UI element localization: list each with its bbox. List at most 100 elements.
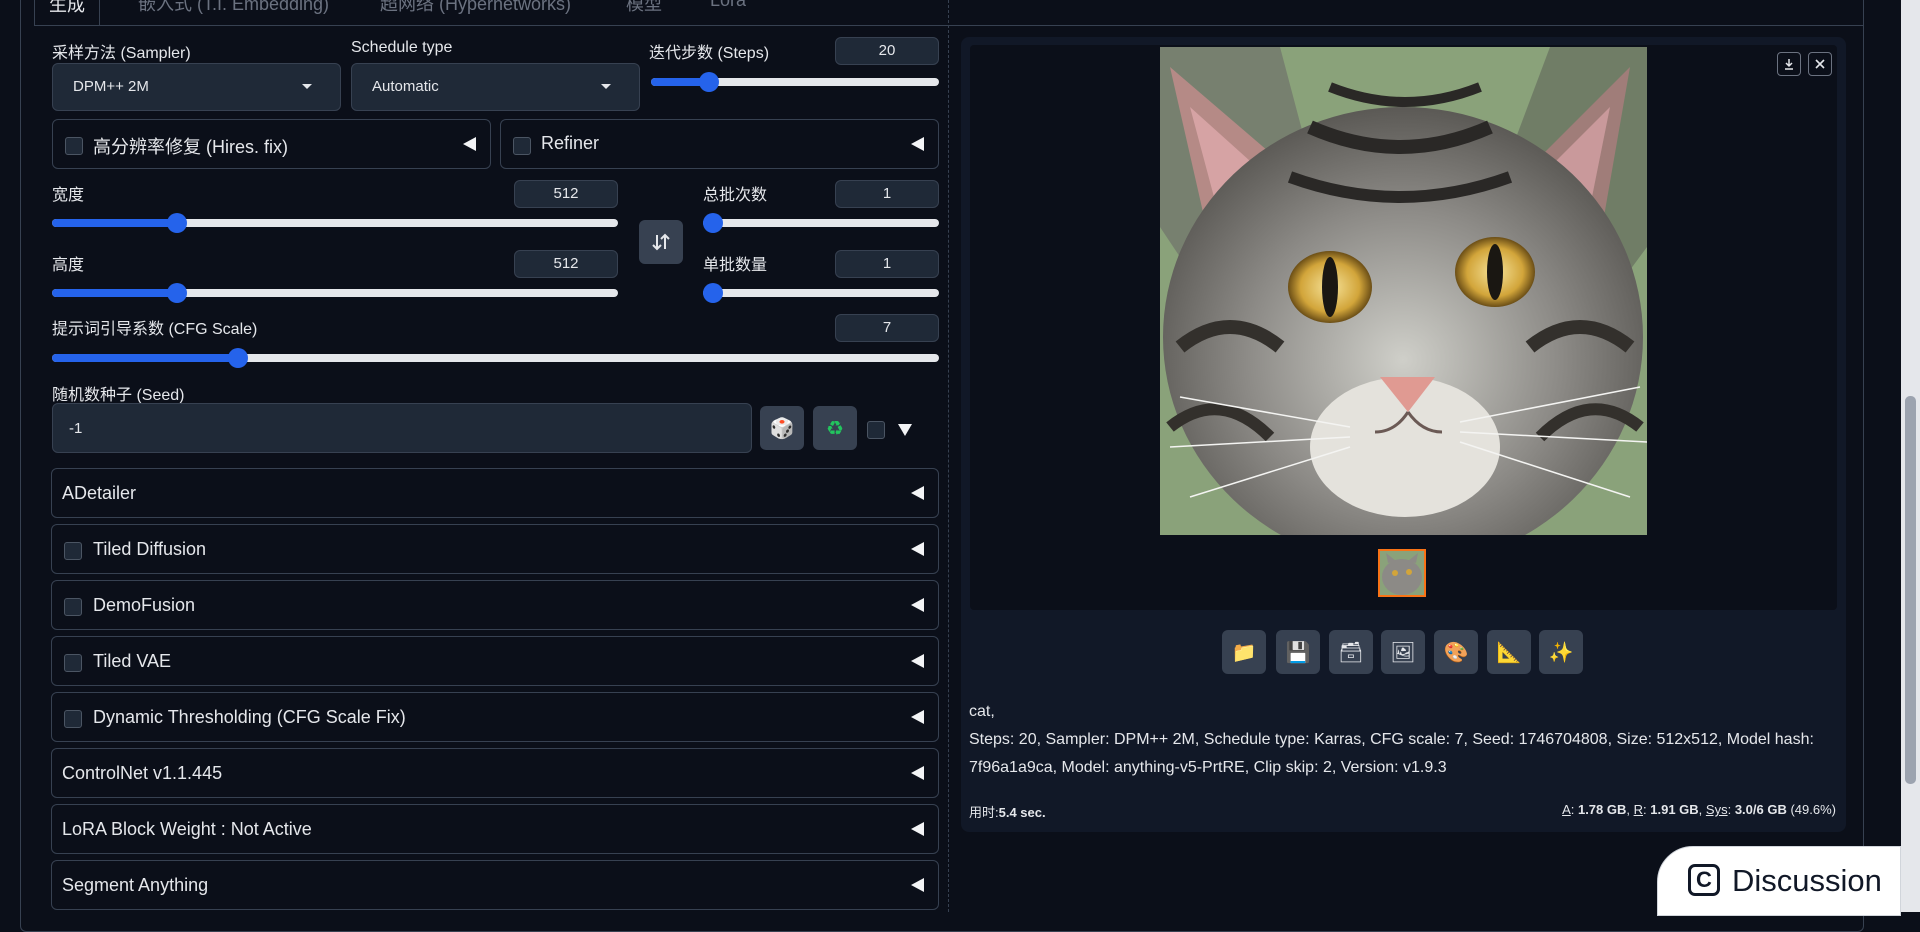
accordion-tiled-diffusion[interactable]: Tiled Diffusion: [51, 524, 939, 574]
column-divider: [948, 0, 949, 912]
tab-model[interactable]: 模型: [626, 0, 662, 16]
ruler-icon: 📐: [1496, 641, 1522, 664]
open-folder-button[interactable]: 📁: [1222, 630, 1266, 674]
thumbnail[interactable]: [1378, 549, 1426, 597]
cat-image: [1160, 47, 1648, 567]
cfg-scale-slider[interactable]: [52, 348, 939, 368]
collapse-arrow-icon: [463, 137, 476, 151]
collapse-arrow-icon: [911, 137, 924, 151]
scrollbar-track[interactable]: [1901, 0, 1920, 912]
dice-icon: 🎲: [769, 417, 795, 440]
generation-info: cat, Steps: 20, Sampler: DPM++ 2M, Sched…: [969, 698, 1839, 782]
accordion-checkbox[interactable]: [64, 598, 82, 616]
width-input[interactable]: 512: [514, 180, 618, 208]
accordion-checkbox[interactable]: [64, 710, 82, 728]
params-line-1: Steps: 20, Sampler: DPM++ 2M, Schedule t…: [969, 731, 1814, 748]
memory-stats: A: 1.78 GB, R: 1.91 GB, Sys: 3.0/6 GB (4…: [1562, 802, 1836, 817]
save-button[interactable]: 💾: [1276, 630, 1320, 674]
cat-thumbnail-image: [1380, 551, 1424, 595]
cfg-scale-label: 提示词引导系数 (CFG Scale): [52, 321, 258, 338]
width-slider[interactable]: [52, 213, 618, 233]
hires-fix-checkbox[interactable]: [65, 137, 83, 155]
accordion-label: DemoFusion: [93, 595, 196, 615]
sparkle-icon: ✨: [1548, 641, 1574, 664]
params-line-2: 7f96a1a9ca, Model: anything-v5-PrtRE, Cl…: [969, 759, 1447, 776]
sampler-select[interactable]: DPM++ 2M: [52, 63, 341, 111]
accordion-dynamic-thresholding-cfg-scale-fix[interactable]: Dynamic Thresholding (CFG Scale Fix): [51, 692, 939, 742]
schedule-type-select[interactable]: Automatic: [351, 63, 640, 111]
accordion-segment-anything[interactable]: Segment Anything: [51, 860, 939, 910]
accordion-adetailer[interactable]: ADetailer: [51, 468, 939, 518]
chevron-down-icon: [601, 84, 611, 89]
tab-hypernetworks[interactable]: 超网络 (Hypernetworks): [380, 0, 571, 16]
accordion-label: Segment Anything: [62, 875, 209, 895]
collapse-arrow-icon: [911, 654, 924, 668]
folder-icon: 📁: [1231, 641, 1257, 664]
zip-icon: 🗃: [1338, 641, 1364, 664]
accordion-label: ControlNet v1.1.445: [62, 763, 223, 783]
close-button[interactable]: [1808, 52, 1832, 76]
accordion-label: Dynamic Thresholding (CFG Scale Fix): [93, 707, 406, 727]
expand-arrow-icon[interactable]: [898, 424, 912, 436]
accordion-label: ADetailer: [62, 483, 137, 503]
collapse-arrow-icon: [911, 542, 924, 556]
discussion-label: Discussion: [1732, 863, 1882, 898]
accordion-label: LoRA Block Weight : Not Active: [62, 819, 312, 839]
prompt-text: cat,: [969, 703, 995, 720]
refiner-checkbox[interactable]: [513, 137, 531, 155]
zip-button[interactable]: 🗃: [1329, 630, 1373, 674]
collapse-arrow-icon: [911, 878, 924, 892]
tab-generate[interactable]: 生成: [34, 0, 100, 25]
steps-label: 迭代步数 (Steps): [649, 45, 770, 62]
swap-dimensions-button[interactable]: [639, 220, 683, 264]
accordion-lora-block-weight-not-active[interactable]: LoRA Block Weight : Not Active: [51, 804, 939, 854]
download-button[interactable]: [1777, 52, 1801, 76]
send-to-extras-button[interactable]: 📐: [1487, 630, 1531, 674]
steps-slider[interactable]: [651, 72, 939, 92]
save-icon: 💾: [1285, 641, 1311, 664]
accordion-tiled-vae[interactable]: Tiled VAE: [51, 636, 939, 686]
batch-size-slider[interactable]: [703, 283, 939, 303]
close-icon: [1815, 59, 1825, 69]
batch-size-input[interactable]: 1: [835, 250, 939, 278]
hires-fix-label: 高分辨率修复 (Hires. fix): [93, 137, 288, 157]
chevron-down-icon: [302, 84, 312, 89]
reuse-seed-button[interactable]: ♻: [813, 406, 857, 450]
schedule-type-label: Schedule type: [351, 39, 453, 56]
height-slider[interactable]: [52, 283, 618, 303]
batch-size-label: 单批数量: [703, 257, 768, 274]
scrollbar-thumb[interactable]: [1905, 396, 1916, 784]
hires-fix-accordion[interactable]: 高分辨率修复 (Hires. fix): [52, 119, 491, 169]
accordion-label: Tiled Diffusion: [93, 539, 207, 559]
generated-image[interactable]: [1160, 47, 1648, 567]
accordion-demofusion[interactable]: DemoFusion: [51, 580, 939, 630]
batch-count-slider[interactable]: [703, 213, 939, 233]
tab-embedding[interactable]: 嵌入式 (T.I. Embedding): [138, 0, 329, 16]
discussion-button[interactable]: C Discussion: [1657, 846, 1901, 916]
accordion-checkbox[interactable]: [64, 654, 82, 672]
random-seed-button[interactable]: 🎲: [760, 406, 804, 450]
batch-count-input[interactable]: 1: [835, 180, 939, 208]
collapse-arrow-icon: [911, 766, 924, 780]
seed-input[interactable]: -1: [52, 403, 752, 453]
cfg-scale-input[interactable]: 7: [835, 314, 939, 342]
recycle-icon: ♻: [826, 417, 844, 440]
batch-count-label: 总批次数: [703, 187, 768, 204]
accordion-label: Tiled VAE: [93, 651, 172, 671]
refiner-accordion[interactable]: Refiner: [500, 119, 939, 169]
upscale-button[interactable]: ✨: [1539, 630, 1583, 674]
refiner-label: Refiner: [541, 133, 600, 153]
extra-seed-checkbox[interactable]: [867, 421, 885, 439]
send-to-inpaint-button[interactable]: 🎨: [1434, 630, 1478, 674]
tab-lora[interactable]: Lora: [710, 0, 746, 11]
time-taken: 用时:5.4 sec.: [969, 805, 1046, 820]
download-icon: [1785, 59, 1793, 70]
accordion-checkbox[interactable]: [64, 542, 82, 560]
seed-label: 随机数种子 (Seed): [52, 387, 185, 404]
send-to-img2img-button[interactable]: 🖼: [1381, 630, 1425, 674]
accordion-controlnet-v1-1-445[interactable]: ControlNet v1.1.445: [51, 748, 939, 798]
swap-icon: [652, 233, 670, 251]
steps-input[interactable]: 20: [835, 37, 939, 65]
sampler-label: 采样方法 (Sampler): [52, 45, 191, 62]
height-input[interactable]: 512: [514, 250, 618, 278]
